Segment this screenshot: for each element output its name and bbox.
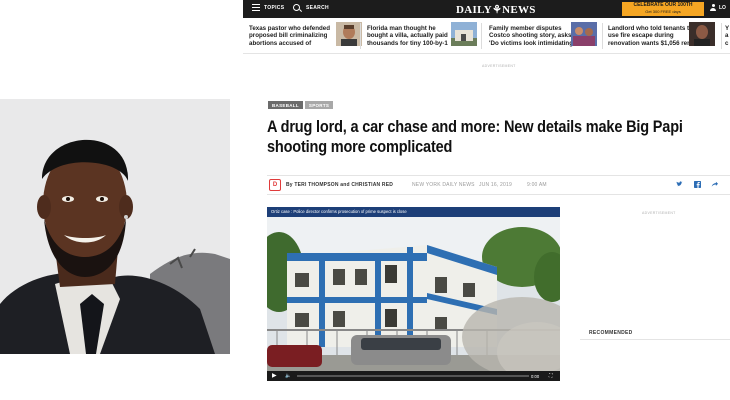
article-headline: A drug lord, a car chase and more: New d… [267, 117, 683, 157]
byline-source: NEW YORK DAILY NEWS [412, 182, 475, 188]
byline-date: JUN 16, 2019 [479, 182, 512, 188]
trending-thumbnail [689, 22, 715, 46]
page: TOPICS SEARCH DAILY⚘NEWS CELEBRATE OUR 1… [0, 0, 730, 400]
article-tags: BASEBALL SPORTS [268, 101, 334, 109]
twitter-glyph [676, 181, 683, 187]
login-button[interactable]: LO [710, 4, 726, 11]
search-label: SEARCH [306, 4, 329, 11]
trending-thumbnail [451, 22, 477, 46]
tag-baseball[interactable]: BASEBALL [268, 101, 303, 109]
volume-icon[interactable]: 🔈 [285, 373, 291, 379]
login-label: LO [719, 4, 726, 11]
trending-thumbnail [571, 22, 597, 46]
trending-strip: Texas pastor who defended proposed bill … [243, 18, 730, 54]
video-controls: ▶ 🔈 0:00 ⛶ [267, 371, 560, 381]
share-icon[interactable] [711, 181, 718, 190]
trending-thumbnail [336, 22, 362, 46]
video-frame [267, 217, 560, 375]
trending-item-text: Landlord who told tenants to use fire es… [608, 25, 693, 47]
headline-line-1: A drug lord, a car chase and more: New d… [267, 118, 683, 136]
divider [602, 23, 603, 49]
search-icon [293, 4, 300, 11]
trending-item[interactable]: Florida man thought he bought a villa, a… [367, 22, 479, 52]
tag-sports[interactable]: SPORTS [304, 101, 334, 109]
video-time: 0:00 [531, 374, 540, 379]
video-player[interactable]: Ortiz case : Police director confirms pr… [267, 207, 560, 381]
promo-subtitle: Get 300 FREE days [645, 9, 681, 14]
recommended-header: RECOMMENDED [580, 330, 730, 340]
daily-news-badge-icon: D [269, 179, 281, 191]
byline-bar: D By TERI THOMPSON and CHRISTIAN RED NEW… [267, 175, 730, 195]
user-icon [710, 4, 716, 11]
topics-menu-button[interactable]: TOPICS [252, 4, 284, 11]
trending-item-partial[interactable]: Yac [725, 22, 730, 52]
rail-advertisement-label: ADVERTISEMENT [642, 211, 676, 215]
video-caption: Ortiz case : Police director confirms pr… [267, 207, 560, 217]
divider [721, 23, 722, 49]
headline-line-2: shooting more complicated [267, 138, 453, 156]
recommended-label: RECOMMENDED [589, 330, 633, 336]
promo-title: CELEBRATE OUR 100TH [633, 2, 693, 8]
promo-button[interactable]: CELEBRATE OUR 100TH Get 300 FREE days [622, 2, 704, 16]
video-progress-bar[interactable] [297, 375, 529, 377]
divider [360, 23, 361, 49]
search-button[interactable]: SEARCH [293, 4, 329, 11]
trending-item-text: Florida man thought he bought a villa, a… [367, 25, 448, 47]
daily-news-logo[interactable]: DAILY⚘NEWS [456, 3, 536, 16]
byline-time: 9:00 AM [527, 182, 547, 188]
share-glyph [711, 181, 718, 187]
trending-item[interactable]: Texas pastor who defended proposed bill … [249, 22, 362, 52]
advertisement-label: ADVERTISEMENT [482, 64, 516, 68]
facebook-glyph [694, 181, 701, 188]
play-icon[interactable]: ▶ [272, 373, 277, 379]
hero-photo [0, 99, 230, 354]
fullscreen-icon[interactable]: ⛶ [549, 373, 553, 379]
twitter-icon[interactable] [676, 181, 683, 190]
hamburger-icon [252, 4, 260, 11]
facebook-icon[interactable] [694, 181, 701, 190]
trending-item[interactable]: Family member disputes Costco shooting s… [489, 22, 599, 52]
trending-item-text: Texas pastor who defended proposed bill … [249, 25, 331, 47]
trending-item[interactable]: Landlord who told tenants to use fire es… [608, 22, 720, 52]
trending-item-text: Family member disputes Costco shooting s… [489, 25, 574, 47]
topics-label: TOPICS [264, 4, 285, 11]
divider [481, 23, 482, 49]
byline-authors[interactable]: By TERI THOMPSON and CHRISTIAN RED [286, 182, 393, 188]
